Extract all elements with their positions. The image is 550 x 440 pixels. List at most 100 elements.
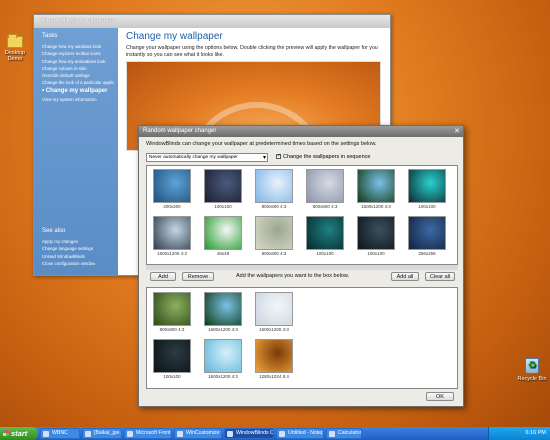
thumbnail-image (357, 216, 395, 250)
taskbar-button[interactable]: Microsoft FrontPa... (124, 428, 172, 439)
wallpaper-thumbnail[interactable]: 800x600 4:3 (251, 216, 297, 256)
thumbnail-label: 100x100 (367, 251, 385, 256)
wallpaper-thumbnail[interactable]: 100x100 (302, 216, 348, 256)
add-instructions: Add the wallpapers you want to the box b… (236, 273, 350, 279)
add-button[interactable]: Add (150, 272, 176, 281)
close-icon[interactable]: ✕ (454, 127, 460, 135)
start-button[interactable]: start (0, 427, 38, 440)
sidebar-task[interactable]: View my system information (42, 96, 114, 103)
thumbnail-label: 800x600 4:3 (159, 327, 185, 332)
sidebar-task[interactable]: Change colours in skin (42, 65, 114, 72)
checkbox-icon[interactable]: ✓ (276, 154, 281, 160)
wallpaper-thumbnail[interactable]: 800x600 4:3 (149, 292, 195, 332)
taskbar-button[interactable]: Calculator (326, 428, 362, 439)
config-main: Change my wallpaper Change your wallpape… (126, 31, 386, 59)
sidebar-task[interactable]: Change how my animations look (42, 58, 114, 65)
see-also-heading: See also (42, 228, 66, 234)
thumbnail-label: 1600x1200 4:3 (157, 251, 187, 256)
frequency-select[interactable]: Never automatically change my wallpaper … (146, 153, 268, 162)
wallpaper-thumbnail[interactable]: 1600x1200 4:3 (149, 216, 195, 256)
thumbnail-label: 800x600 4:3 (261, 251, 287, 256)
thumbnail-image (153, 169, 191, 203)
thumbnail-image (204, 292, 242, 326)
thumbnail-label: 200x200 (163, 204, 181, 209)
taskbar-button[interactable]: WinCustomize: Yo... (174, 428, 222, 439)
see-also-link[interactable]: Close configuration window (42, 260, 95, 267)
thumbnail-label: 800x600 4:3 (261, 204, 287, 209)
system-tray: 6:16 PM (488, 427, 550, 440)
sidebar-task[interactable]: Change explorer toolbar icons (42, 50, 114, 57)
thumbnail-image (153, 339, 191, 373)
thumbnail-image (153, 216, 191, 250)
sequence-checkbox[interactable]: ✓ Change the wallpapers in sequence (276, 154, 370, 160)
thumbnail-label: 100x100 (163, 374, 181, 379)
dialog-title[interactable]: Random wallpaper changer (139, 126, 463, 137)
see-also-link[interactable]: Unload WindowBlinds (42, 253, 95, 260)
wallpaper-thumbnail[interactable]: 200x200 (149, 169, 195, 209)
selected-wallpapers-panel[interactable]: 800x600 4:3 1600x1200 4:3 1600x1200 4:3 100… (146, 287, 458, 389)
see-also-list: Apply my changes Change language settings… (42, 238, 95, 267)
wallpaper-thumbnail[interactable]: 1600x1200 4:3 (251, 292, 297, 332)
taskbar-button[interactable]: [Baikal_jpe... (82, 428, 122, 439)
thumbnail-label: 48x48 (216, 251, 230, 256)
thumbnail-image (408, 169, 446, 203)
thumbnail-image (255, 216, 293, 250)
thumbnail-label: 256x256 (418, 251, 436, 256)
wallpaper-thumbnail[interactable]: 1600x1200 4:3 (200, 339, 246, 379)
clear-all-button[interactable]: Clear all (425, 272, 455, 281)
ok-button[interactable]: OK (426, 392, 454, 401)
taskbar: start WBNC[Baikal_jpe...Microsoft FrontP… (0, 427, 550, 440)
sidebar-task[interactable]: Change how my windows look (42, 43, 114, 50)
chevron-down-icon: ▾ (262, 155, 266, 161)
recycle-bin-label: Recycle Bin (517, 376, 547, 382)
wallpaper-thumbnail[interactable]: 100x100 (353, 216, 399, 256)
available-wallpapers-panel[interactable]: 200x200 100x100 800x600 4:3 800x600 4:3 1600… (146, 165, 458, 265)
taskbar-button[interactable]: WindowBlinds Con... (224, 428, 274, 439)
frequency-select-value: Never automatically change my wallpaper (149, 155, 238, 160)
wallpaper-thumbnail[interactable]: 800x600 4:3 (302, 169, 348, 209)
thumbnail-label: 1600x1200 4:3 (208, 374, 238, 379)
desktop-demo-icon[interactable]: Desktop Demo (0, 34, 33, 62)
wallpaper-thumbnail[interactable]: 256x256 (404, 216, 450, 256)
thumbnail-image (204, 339, 242, 373)
thumbnail-label: 100x100 (214, 204, 232, 209)
taskbar-button[interactable]: Untitled - Notepad (276, 428, 324, 439)
wallpaper-thumbnail[interactable]: 100x100 (404, 169, 450, 209)
dialog-description: WindowBlinds can change your wallpaper a… (146, 141, 377, 147)
sidebar-task[interactable]: Change the look of a particular applicat… (42, 79, 114, 86)
thumbnail-image (255, 169, 293, 203)
thumbnail-label: 100x100 (418, 204, 436, 209)
remove-button[interactable]: Remove (182, 272, 214, 281)
thumbnail-label: 1600x1200 4:3 (259, 327, 289, 332)
thumbnail-image (306, 169, 344, 203)
wallpaper-thumbnail[interactable]: 1600x1200 4:3 (200, 292, 246, 332)
thumbnail-image (204, 216, 242, 250)
sidebar-task[interactable]: • Change my wallpaper (42, 87, 114, 96)
config-window-title[interactable]: WindowBlinds Configuration (34, 15, 390, 28)
wallpaper-thumbnail[interactable]: 1280x1024 5:4 (251, 339, 297, 379)
sequence-checkbox-label: Change the wallpapers in sequence (283, 154, 371, 160)
sidebar-task[interactable]: Override default settings (42, 72, 114, 79)
thumbnail-image (255, 339, 293, 373)
see-also-link[interactable]: Change language settings (42, 245, 95, 252)
available-scrollbar[interactable] (146, 265, 458, 270)
thumbnail-image (255, 292, 293, 326)
page-description: Change your wallpaper using the options … (126, 45, 378, 58)
wallpaper-thumbnail[interactable]: 800x600 4:3 (251, 169, 297, 209)
clock[interactable]: 6:16 PM (526, 430, 546, 436)
thumbnail-label: 1280x1024 5:4 (259, 374, 289, 379)
random-wallpaper-dialog: Random wallpaper changer ✕ WindowBlinds … (138, 125, 464, 407)
wallpaper-thumbnail[interactable]: 1600x1200 4:3 (353, 169, 399, 209)
see-also-section: See also Apply my changes Change language… (42, 228, 95, 267)
recycle-bin-shape-icon: ♻ (525, 358, 539, 374)
add-all-button[interactable]: Add all (391, 272, 419, 281)
recycle-bin-icon[interactable]: ♻ Recycle Bin (514, 358, 550, 382)
taskbar-button[interactable]: WBNC (40, 428, 80, 439)
thumbnail-image (204, 169, 242, 203)
tasks-heading: Tasks (42, 33, 58, 39)
wallpaper-thumbnail[interactable]: 100x100 (149, 339, 195, 379)
wallpaper-thumbnail[interactable]: 100x100 (200, 169, 246, 209)
see-also-link[interactable]: Apply my changes (42, 238, 95, 245)
wallpaper-thumbnail[interactable]: 48x48 (200, 216, 246, 256)
thumbnail-label: 1600x1200 4:3 (361, 204, 391, 209)
